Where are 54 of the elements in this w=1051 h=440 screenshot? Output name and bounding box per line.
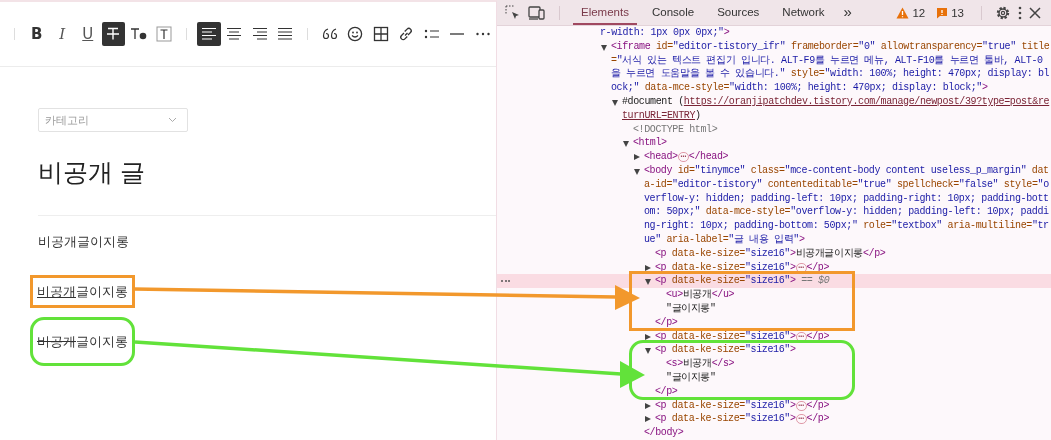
overflow-button[interactable]: » — [839, 0, 856, 25]
expand-toggle-icon[interactable] — [645, 333, 651, 340]
dom-node-line[interactable]: <iframe id="editor-tistory_ifr" frameborder="0" allowtransparency="true" title="서식 있는 텍스트 편집기 입니다. ALT-F9를 누르면 메뉴, ALT-F10를 누르면 툴바, ALT-0을 누르면 도움말을 볼 수 있습니다." style="width: 100%; height: 470px; display: block;" data-mce-style="width: 100%; height: 470px; display: block;"> — [611, 39, 1051, 95]
message-icon[interactable] — [936, 6, 949, 19]
expand-toggle-icon[interactable] — [612, 100, 618, 106]
warning-icon[interactable] — [896, 6, 910, 19]
devtools-tab[interactable]: Sources — [709, 0, 768, 25]
dom-node-line[interactable]: <p data-ke-size="size16"> ⋯ </p> — [655, 329, 830, 344]
expand-toggle-icon[interactable] — [645, 402, 651, 409]
dom-node-line[interactable]: <p data-ke-size="size16"> ⋯ </p> — [655, 398, 830, 413]
dom-node-line[interactable]: <p data-ke-size="size16"> ⋯ </p> — [655, 260, 830, 275]
expand-toggle-icon[interactable] — [623, 141, 629, 148]
devtools-tab[interactable]: Network — [774, 0, 833, 25]
dom-node-line[interactable]: </p> — [655, 384, 678, 399]
dom-node-line[interactable]: "글이지롱" — [666, 301, 716, 316]
kebab-menu-icon[interactable] — [1018, 5, 1022, 20]
format-button[interactable]: U — [76, 22, 100, 46]
devtools-tab[interactable]: Console — [643, 0, 703, 25]
dom-node-line[interactable]: "글이지롱" — [666, 370, 716, 385]
format-button[interactable]: I — [50, 22, 74, 46]
dom-node-line[interactable]: <u>비공개</u> — [666, 288, 735, 302]
dom-node-line[interactable]: #document (https://oranjipatchdev.tistory.com/manage/newpost/39?type=post&returnURL=ENTRY) — [622, 95, 1051, 123]
align-left-tool-icon[interactable] — [197, 22, 221, 46]
paragraph: 비공개 글이지롱 — [37, 282, 128, 300]
expand-toggle-icon[interactable] — [645, 416, 651, 423]
dom-node-line[interactable]: <p data-ke-size="size16"> ⋯ </p> — [655, 412, 830, 427]
devtools-tab[interactable]: Elements — [573, 0, 637, 25]
warning-count[interactable]: 12 — [912, 6, 926, 19]
strike-tool-icon[interactable] — [101, 22, 125, 46]
code-line: r-width: 1px 0px 0px;"> — [600, 26, 730, 40]
dom-node-line[interactable]: <s>비공개</s> — [666, 357, 735, 371]
post-title[interactable]: 비공개 글 — [38, 152, 496, 192]
device-icon[interactable] — [528, 4, 546, 21]
chevron-down-icon — [168, 117, 177, 123]
dom-node-line[interactable]: <body id="tinymce" class="mce-content-body content useless_p_margin" data-id="editor-tistory" contenteditable="true" spellcheck="false" style="overflow-y: hidden; padding-left: 10px; padding-right: 10px; padding-bottom: 50px;" data-mce-style="overflow-y: hidden; padding-left: 10px; padding-right: 10px; padding-bottom: 50px;" role="textbox" aria-multiline="true" aria-label="글 내용 입력"> — [644, 163, 1051, 247]
paragraph: 비공개 글이지롱 — [37, 332, 128, 350]
dom-node-line[interactable]: <p data-ke-size="size16">비공개글이지롱</p> — [655, 246, 886, 261]
inspect-icon[interactable] — [505, 4, 521, 21]
expand-toggle-icon[interactable] — [634, 154, 640, 161]
dom-node-line[interactable]: <p data-ke-size="size16"> — [655, 343, 796, 358]
close-icon[interactable] — [1029, 6, 1041, 19]
issue-count[interactable]: 13 — [951, 6, 964, 19]
expand-toggle-icon[interactable] — [645, 348, 651, 355]
paragraph: 비공개글이지롱 — [38, 232, 129, 250]
dom-node-line[interactable]: <html> — [633, 136, 667, 151]
expand-toggle-icon[interactable] — [601, 44, 607, 51]
expand-toggle-icon[interactable] — [645, 279, 651, 286]
dom-node-line[interactable]: <head> ⋯ </head> — [644, 150, 729, 164]
dom-node-line[interactable]: </p> — [655, 315, 678, 330]
settings-icon[interactable] — [995, 4, 1011, 21]
expand-toggle-icon[interactable] — [634, 168, 640, 175]
format-button[interactable]: B — [25, 22, 49, 46]
dom-node-line[interactable]: <!DOCTYPE html> — [633, 122, 718, 137]
dom-node-line[interactable]: </body> — [644, 426, 684, 440]
